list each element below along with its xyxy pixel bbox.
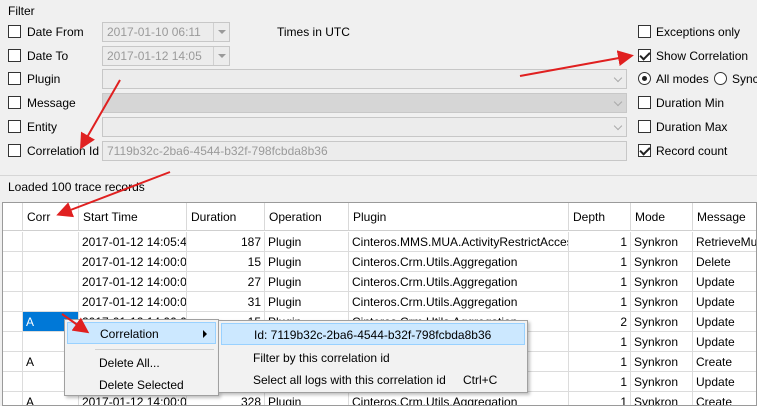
annotation-arrows (56, 50, 634, 334)
arrow-corr-column (56, 171, 171, 218)
arrow-correlation-id (80, 79, 121, 150)
arrow-show-correlation (519, 50, 634, 77)
arrow-context-menu (61, 313, 90, 334)
